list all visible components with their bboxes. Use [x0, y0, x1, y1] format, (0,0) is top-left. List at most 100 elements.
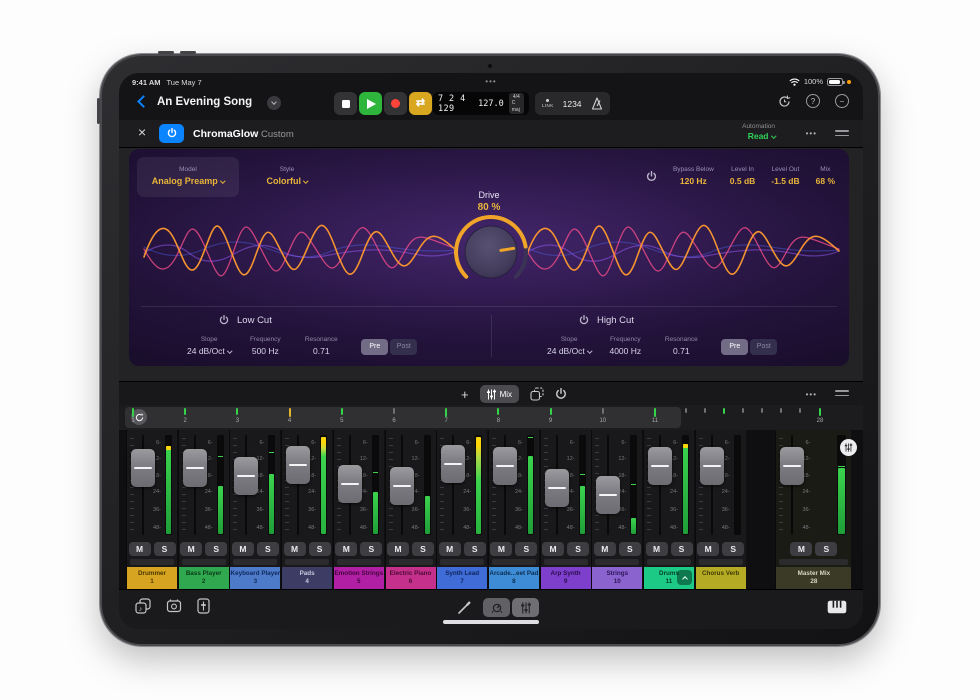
- metronome-icon[interactable]: [591, 97, 603, 110]
- play-button[interactable]: [359, 92, 382, 115]
- fader-thumb[interactable]: [545, 469, 569, 507]
- help-button[interactable]: ?: [806, 94, 820, 108]
- link-button[interactable]: LINK: [542, 99, 554, 108]
- song-title[interactable]: An Evening Song: [157, 96, 252, 108]
- high-cut-pre-button[interactable]: Pre: [721, 339, 748, 355]
- track-label-drums[interactable]: Drums11: [644, 567, 694, 589]
- solo-button[interactable]: S: [464, 542, 486, 556]
- low-cut-power-icon[interactable]: [219, 315, 229, 326]
- plugin-menu-icon[interactable]: [835, 130, 849, 136]
- mute-button[interactable]: M: [284, 542, 306, 556]
- back-chevron-icon[interactable]: [137, 95, 150, 108]
- track-label-arp-synth[interactable]: Arp Synth9: [541, 567, 591, 589]
- mixer-menu-icon[interactable]: [835, 390, 849, 396]
- bar-ruler[interactable]: 123456789101128: [119, 405, 863, 430]
- automation-control[interactable]: Automation Read: [742, 123, 775, 142]
- fader-thumb[interactable]: [338, 465, 362, 503]
- low-cut-slope[interactable]: Slope24 dB/Oct: [187, 335, 231, 359]
- channel-strip-emotion-strings[interactable]: 6-12-18-24-36-48-MSEmotion Strings5: [333, 430, 384, 589]
- high-cut-post-button[interactable]: Post: [750, 339, 777, 355]
- track-label-keyboard-player[interactable]: Keyboard Player3: [230, 567, 280, 589]
- song-menu-button[interactable]: [267, 96, 281, 110]
- channel-strip-arp-synth[interactable]: 6-12-18-24-36-48-MSArp Synth9: [540, 430, 591, 589]
- mixer-more-button[interactable]: •••: [806, 390, 817, 399]
- solo-button[interactable]: S: [619, 542, 641, 556]
- channel-strip-drummer[interactable]: 6-12-18-24-36-48-MSDrummer1: [126, 430, 177, 589]
- fader-thumb[interactable]: [780, 447, 804, 485]
- low-cut-post-button[interactable]: Post: [390, 339, 417, 355]
- mute-button[interactable]: M: [129, 542, 151, 556]
- mute-button[interactable]: M: [180, 542, 202, 556]
- solo-button[interactable]: S: [257, 542, 279, 556]
- mix-view-button[interactable]: Mix: [480, 385, 519, 403]
- track-power-icon[interactable]: [555, 388, 567, 401]
- plugin-more-button[interactable]: •••: [806, 129, 817, 138]
- solo-button[interactable]: S: [722, 542, 744, 556]
- plugin-power-button[interactable]: [159, 124, 184, 143]
- mute-button[interactable]: M: [790, 542, 812, 556]
- track-label-strings[interactable]: Strings10: [592, 567, 642, 589]
- fader-thumb[interactable]: [648, 447, 672, 485]
- channel-strip-master-mix[interactable]: 6-12-18-24-36-48-MSMaster Mix28: [775, 430, 851, 589]
- solo-button[interactable]: S: [671, 542, 693, 556]
- add-track-button[interactable]: +: [461, 388, 469, 401]
- track-label-emotion-strings[interactable]: Emotion Strings5: [334, 567, 384, 589]
- low-cut-resonance[interactable]: Resonance0.71: [299, 335, 343, 359]
- drive-knob[interactable]: [446, 207, 536, 297]
- cycle-region[interactable]: [125, 407, 681, 428]
- mute-button[interactable]: M: [387, 542, 409, 556]
- mixer-view-button[interactable]: [512, 598, 539, 617]
- track-label-master-mix[interactable]: Master Mix28: [776, 567, 851, 589]
- fader-panel-icon[interactable]: [197, 598, 210, 614]
- param-level-in[interactable]: Level In0.5 dB: [730, 165, 756, 189]
- solo-button[interactable]: S: [309, 542, 331, 556]
- high-cut-slope[interactable]: Slope24 dB/Oct: [547, 335, 591, 359]
- param-bypass-below[interactable]: Bypass Below120 Hz: [673, 165, 714, 189]
- mute-button[interactable]: M: [490, 542, 512, 556]
- channel-strip-bass-player[interactable]: 6-12-18-24-36-48-MSBass Player2: [178, 430, 229, 589]
- mute-button[interactable]: M: [594, 542, 616, 556]
- plugin-preset[interactable]: Custom: [261, 129, 294, 140]
- fader-thumb[interactable]: [183, 449, 207, 487]
- track-label-arcade-eet-pad[interactable]: Arcade...eet Pad8: [489, 567, 539, 589]
- bypass-power-icon[interactable]: [646, 171, 657, 183]
- channel-strip-chorus-verb[interactable]: 6-12-18-24-36-48-MSChorus Verb: [695, 430, 746, 589]
- multitask-dots[interactable]: •••: [485, 77, 496, 86]
- count-in-button[interactable]: 1234: [563, 99, 582, 109]
- stop-button[interactable]: [334, 92, 357, 115]
- solo-button[interactable]: S: [154, 542, 176, 556]
- solo-button[interactable]: S: [205, 542, 227, 556]
- high-cut-frequency[interactable]: Frequency4000 Hz: [603, 335, 647, 359]
- mute-button[interactable]: M: [439, 542, 461, 556]
- mute-button[interactable]: M: [232, 542, 254, 556]
- pencil-icon[interactable]: [457, 601, 471, 615]
- fader-thumb[interactable]: [493, 447, 517, 485]
- track-label-pads[interactable]: Pads4: [282, 567, 332, 589]
- fader-thumb[interactable]: [441, 445, 465, 483]
- lcd-display[interactable]: 7 2 4 129 127.0 4/4 C maj: [433, 92, 529, 115]
- cycle-button[interactable]: ⇄: [409, 92, 432, 115]
- plugins-icon[interactable]: [166, 598, 182, 614]
- track-label-bass-player[interactable]: Bass Player2: [179, 567, 229, 589]
- solo-button[interactable]: S: [515, 542, 537, 556]
- mute-button[interactable]: M: [697, 542, 719, 556]
- duplicate-icon[interactable]: [530, 387, 544, 401]
- channel-strip-synth-lead[interactable]: 6-12-18-24-36-48-MSSynth Lead7: [436, 430, 487, 589]
- fader-thumb[interactable]: [234, 457, 258, 495]
- param-mix[interactable]: Mix68 %: [816, 165, 835, 189]
- home-indicator[interactable]: [443, 620, 539, 624]
- close-plugin-button[interactable]: ×: [138, 125, 146, 139]
- smart-controls-button[interactable]: [483, 598, 510, 617]
- param-level-out[interactable]: Level Out-1.5 dB: [771, 165, 799, 189]
- channel-strip-electric-piano[interactable]: 6-12-18-24-36-48-MSElectric Piano6: [385, 430, 436, 589]
- channel-strip-drums[interactable]: 6-12-18-24-36-48-MSDrums11: [643, 430, 694, 589]
- low-cut-pre-button[interactable]: Pre: [361, 339, 388, 355]
- undo-history-icon[interactable]: [778, 95, 791, 108]
- fader-thumb[interactable]: [700, 447, 724, 485]
- channel-strip-arcade-eet-pad[interactable]: 6-12-18-24-36-48-MSArcade...eet Pad8: [488, 430, 539, 589]
- high-cut-resonance[interactable]: Resonance0.71: [659, 335, 703, 359]
- record-button[interactable]: [384, 92, 407, 115]
- solo-button[interactable]: S: [360, 542, 382, 556]
- fader-thumb[interactable]: [131, 449, 155, 487]
- channel-strip-keyboard-player[interactable]: 6-12-18-24-36-48-MSKeyboard Player3: [229, 430, 280, 589]
